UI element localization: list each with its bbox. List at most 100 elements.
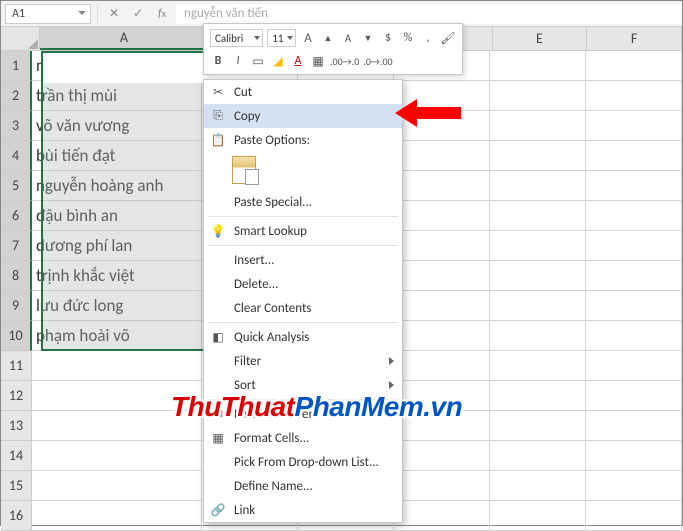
cell[interactable] xyxy=(586,381,682,411)
cell[interactable] xyxy=(490,171,586,201)
cell[interactable] xyxy=(490,111,586,141)
cell[interactable] xyxy=(586,111,682,141)
cell[interactable] xyxy=(586,51,682,81)
column-header-a[interactable]: A xyxy=(40,27,208,50)
fx-icon[interactable]: fx xyxy=(152,4,172,24)
cell[interactable] xyxy=(586,261,682,291)
cell[interactable] xyxy=(586,171,682,201)
menu-pick-from-list[interactable]: Pick From Drop-down List... xyxy=(204,450,402,474)
cell[interactable] xyxy=(586,81,682,111)
cell[interactable] xyxy=(586,201,682,231)
row-header[interactable]: 5 xyxy=(1,171,32,201)
row-header[interactable]: 1 xyxy=(1,51,32,81)
row-header[interactable]: 3 xyxy=(1,111,32,141)
row-header[interactable]: 6 xyxy=(1,201,32,231)
border-icon[interactable]: ▭ xyxy=(250,54,266,69)
cell[interactable]: dương phí lan xyxy=(32,231,202,261)
menu-format-cells[interactable]: ▦ Format Cells... xyxy=(204,426,402,450)
cell[interactable] xyxy=(490,231,586,261)
decrease-font-icon[interactable]: A xyxy=(340,32,356,45)
cell[interactable] xyxy=(586,441,682,471)
cell[interactable] xyxy=(490,501,586,531)
cell[interactable]: phạm hoài võ xyxy=(32,321,202,351)
fill-color-icon[interactable]: ◢ xyxy=(270,54,286,69)
cell[interactable] xyxy=(586,291,682,321)
cell[interactable] xyxy=(586,351,682,381)
cell[interactable] xyxy=(586,141,682,171)
row-header[interactable]: 12 xyxy=(1,381,32,411)
cell[interactable] xyxy=(32,471,202,501)
paste-default-icon[interactable] xyxy=(232,156,256,184)
menu-filter[interactable]: Filter xyxy=(204,349,402,373)
cell[interactable] xyxy=(394,351,490,381)
row-header[interactable]: 7 xyxy=(1,231,32,261)
currency-icon[interactable]: $ xyxy=(380,31,396,45)
cell[interactable] xyxy=(394,501,490,531)
menu-quick-analysis[interactable]: ◧ Quick Analysis xyxy=(204,325,402,349)
percent-icon[interactable]: % xyxy=(400,31,416,45)
row-header[interactable]: 11 xyxy=(1,351,32,381)
increase-font-icon[interactable]: A xyxy=(300,31,316,46)
font-name-dropdown[interactable]: Calibri xyxy=(210,29,263,47)
cell[interactable]: nguyễn văn tiến xyxy=(32,51,202,81)
font-size-dropdown[interactable]: 11 xyxy=(267,29,296,47)
cell[interactable] xyxy=(490,441,586,471)
cell[interactable] xyxy=(490,291,586,321)
cell[interactable] xyxy=(490,321,586,351)
increase-decimal-icon[interactable]: .0→.00 xyxy=(363,55,392,68)
cell[interactable] xyxy=(32,351,202,381)
formula-input[interactable]: nguyễn văn tiến xyxy=(176,4,682,24)
row-header[interactable]: 2 xyxy=(1,81,32,111)
cell[interactable] xyxy=(586,411,682,441)
cell[interactable]: đậu bình an xyxy=(32,201,202,231)
cell[interactable] xyxy=(394,231,490,261)
cell[interactable] xyxy=(394,441,490,471)
chevron-down-icon[interactable] xyxy=(78,11,86,15)
cell[interactable] xyxy=(394,471,490,501)
menu-smart-lookup[interactable]: 💡 Smart Lookup xyxy=(204,219,402,243)
cell[interactable] xyxy=(394,201,490,231)
cell[interactable] xyxy=(490,381,586,411)
cell[interactable] xyxy=(32,501,202,531)
cell[interactable] xyxy=(490,201,586,231)
cell[interactable] xyxy=(490,141,586,171)
row-header[interactable]: 13 xyxy=(1,411,32,441)
font-color-icon[interactable]: A xyxy=(290,54,306,68)
cell[interactable]: bùi tiến đạt xyxy=(32,141,202,171)
cell[interactable]: nguyễn hoàng anh xyxy=(32,171,202,201)
cell[interactable] xyxy=(586,321,682,351)
cell[interactable] xyxy=(394,291,490,321)
select-all-corner[interactable] xyxy=(1,27,40,50)
column-header-e[interactable]: E xyxy=(493,27,588,50)
cell[interactable] xyxy=(394,321,490,351)
row-header[interactable]: 10 xyxy=(1,321,32,351)
name-box[interactable]: A1 xyxy=(5,4,91,24)
comma-icon[interactable]: , xyxy=(420,31,436,45)
menu-insert[interactable]: Insert... xyxy=(204,248,402,272)
cell[interactable] xyxy=(490,471,586,501)
row-header[interactable]: 14 xyxy=(1,441,32,471)
menu-delete[interactable]: Delete... xyxy=(204,272,402,296)
cell[interactable]: võ văn vương xyxy=(32,111,202,141)
menu-copy[interactable]: ⎘ Copy xyxy=(204,104,402,128)
cell[interactable] xyxy=(394,261,490,291)
cell[interactable] xyxy=(394,171,490,201)
menu-paste-special[interactable]: Paste Special... xyxy=(204,190,402,214)
menu-define-name[interactable]: Define Name... xyxy=(204,474,402,498)
cell[interactable] xyxy=(586,501,682,531)
row-header[interactable]: 4 xyxy=(1,141,32,171)
row-header[interactable]: 9 xyxy=(1,291,32,321)
menu-link[interactable]: 🔗 Link xyxy=(204,498,402,522)
cell[interactable] xyxy=(394,141,490,171)
merge-icon[interactable]: ▦ xyxy=(310,54,326,69)
bold-button[interactable]: B xyxy=(210,54,226,68)
menu-cut[interactable]: ✂ Cut xyxy=(204,80,402,104)
row-header[interactable]: 16 xyxy=(1,501,32,531)
format-painter-icon[interactable]: 🖌 xyxy=(440,31,456,46)
cell[interactable]: lưu đức long xyxy=(32,291,202,321)
cell[interactable]: trịnh khắc việt xyxy=(32,261,202,291)
cell[interactable] xyxy=(490,81,586,111)
cell[interactable] xyxy=(490,261,586,291)
decrease-decimal-icon[interactable]: .00→.0 xyxy=(330,55,359,68)
cell[interactable] xyxy=(586,471,682,501)
